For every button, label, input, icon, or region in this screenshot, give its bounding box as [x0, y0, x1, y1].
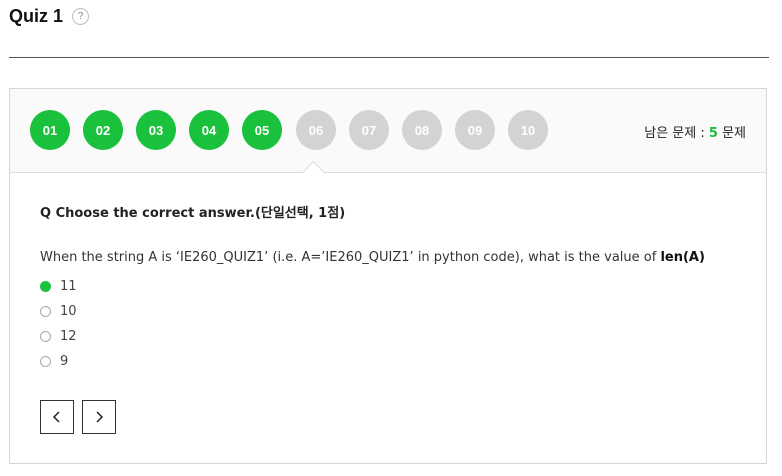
page-title: Quiz 1	[9, 5, 64, 26]
radio-button[interactable]	[40, 356, 51, 367]
answer-option-label: 12	[60, 329, 77, 344]
question-text-body: When the string A is ‘IE260_QUIZ1’ (i.e.…	[40, 250, 661, 265]
radio-button[interactable]	[40, 331, 51, 342]
remaining-unit: 문제	[722, 126, 746, 141]
radio-button[interactable]	[40, 306, 51, 317]
answer-option-1[interactable]: 11	[40, 274, 77, 299]
question-button-10[interactable]: 10	[508, 110, 548, 150]
answer-options: 11 10 12 9	[40, 274, 77, 374]
question-text-emphasis: len(A)	[660, 250, 705, 265]
page-header: Quiz 1 ?	[9, 4, 90, 28]
question-button-08[interactable]: 08	[402, 110, 442, 150]
question-navigator: 01 02 03 04 05 06 07 08 09 10 남은 문제 : 5 …	[10, 89, 766, 183]
question-title: Q Choose the correct answer.(단일선택, 1점)	[40, 206, 346, 221]
next-question-button[interactable]	[82, 400, 116, 434]
title-divider	[9, 57, 769, 58]
remaining-label: 남은 문제 :	[644, 126, 705, 141]
question-button-05[interactable]: 05	[242, 110, 282, 150]
answer-option-label: 11	[60, 279, 77, 294]
question-button-03[interactable]: 03	[136, 110, 176, 150]
remaining-questions: 남은 문제 : 5 문제	[644, 122, 746, 141]
answer-option-label: 9	[60, 354, 69, 369]
help-icon[interactable]: ?	[72, 7, 90, 25]
current-question-pointer	[302, 160, 325, 183]
previous-question-button[interactable]	[40, 400, 74, 434]
question-button-09[interactable]: 09	[455, 110, 495, 150]
chevron-right-icon	[96, 411, 104, 423]
question-button-02[interactable]: 02	[83, 110, 123, 150]
radio-button-selected[interactable]	[40, 281, 51, 292]
question-button-04[interactable]: 04	[189, 110, 229, 150]
question-button-01[interactable]: 01	[30, 110, 70, 150]
answer-option-3[interactable]: 12	[40, 324, 77, 349]
remaining-count: 5	[708, 126, 718, 141]
chevron-left-icon	[52, 411, 60, 423]
answer-option-2[interactable]: 10	[40, 299, 77, 324]
question-button-06[interactable]: 06	[296, 110, 336, 150]
answer-option-label: 10	[60, 304, 77, 319]
question-text: When the string A is ‘IE260_QUIZ1’ (i.e.…	[40, 250, 705, 265]
quiz-panel: 01 02 03 04 05 06 07 08 09 10 남은 문제 : 5 …	[9, 88, 767, 464]
answer-option-4[interactable]: 9	[40, 349, 77, 374]
question-button-07[interactable]: 07	[349, 110, 389, 150]
